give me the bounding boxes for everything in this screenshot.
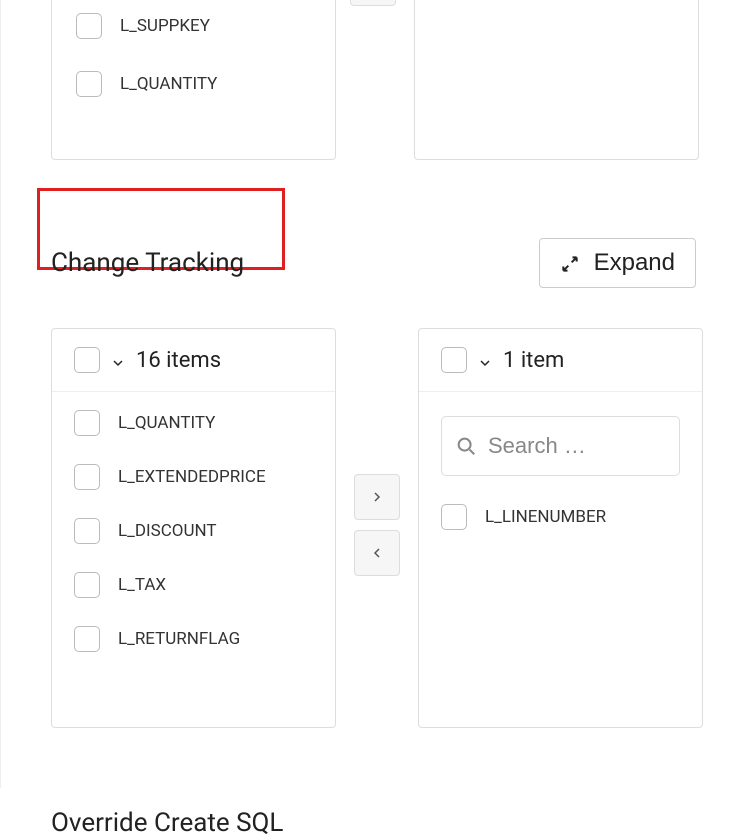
move-left-button[interactable] [350, 0, 396, 6]
expand-icon [560, 253, 580, 273]
section-title-override-sql: Override Create SQL [11, 808, 736, 838]
move-left-button[interactable] [354, 530, 400, 576]
item-label: L_QUANTITY [118, 413, 215, 433]
expand-button[interactable]: Expand [539, 238, 696, 288]
checkbox[interactable] [74, 464, 100, 490]
selected-count: 1 item [503, 348, 564, 373]
checkbox[interactable] [76, 71, 102, 97]
select-all-checkbox[interactable] [74, 347, 100, 373]
top-left-list: L_SUPPKEY L_QUANTITY [51, 0, 336, 160]
search-icon [455, 435, 477, 457]
list-item[interactable]: L_DISCOUNT [52, 504, 335, 558]
checkbox[interactable] [74, 518, 100, 544]
select-all-checkbox[interactable] [441, 347, 467, 373]
checkbox[interactable] [74, 626, 100, 652]
checkbox[interactable] [74, 410, 100, 436]
checkbox[interactable] [74, 572, 100, 598]
top-right-list [414, 0, 699, 160]
available-columns-list: 16 items L_QUANTITY L_EXTENDEDPRICE L_DI… [51, 328, 336, 728]
list-item[interactable]: L_QUANTITY [52, 396, 335, 450]
list-item[interactable]: L_TAX [52, 558, 335, 612]
selected-columns-header[interactable]: 1 item [419, 329, 702, 392]
chevron-down-icon [477, 352, 493, 368]
item-label: L_TAX [118, 575, 166, 595]
item-label: L_RETURNFLAG [118, 629, 240, 649]
item-label: L_LINENUMBER [485, 507, 606, 527]
item-label: L_SUPPKEY [120, 16, 210, 36]
expand-label: Expand [594, 249, 675, 277]
list-item[interactable]: L_QUANTITY [52, 55, 335, 113]
item-label: L_DISCOUNT [118, 521, 217, 541]
chevron-down-icon [110, 352, 126, 368]
list-item[interactable]: L_RETURNFLAG [52, 612, 335, 666]
available-count: 16 items [136, 348, 221, 373]
item-label: L_QUANTITY [120, 74, 217, 94]
available-columns-header[interactable]: 16 items [52, 329, 335, 392]
list-item[interactable]: L_LINENUMBER [419, 490, 702, 544]
checkbox[interactable] [441, 504, 467, 530]
selected-columns-list: 1 item L_LINENUMBER [418, 328, 703, 728]
list-item[interactable]: L_SUPPKEY [52, 0, 335, 55]
item-label: L_EXTENDEDPRICE [118, 467, 266, 487]
list-item[interactable]: L_EXTENDEDPRICE [52, 450, 335, 504]
move-right-button[interactable] [354, 474, 400, 520]
section-title-change-tracking: Change Tracking [51, 248, 244, 278]
checkbox[interactable] [76, 13, 102, 39]
